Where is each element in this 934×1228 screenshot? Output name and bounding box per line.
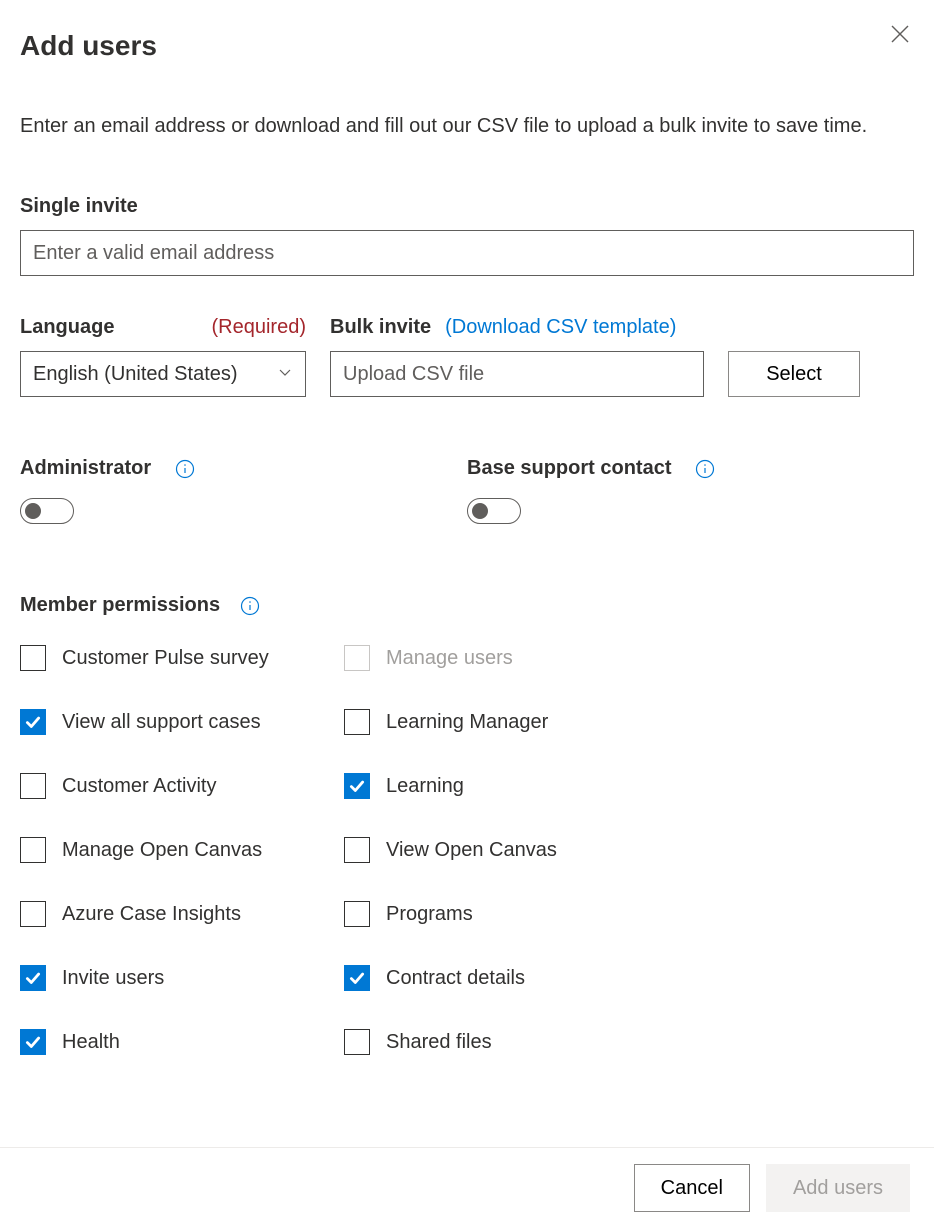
required-tag: (Required): [212, 316, 306, 339]
add-users-panel: Add users Enter an email address or down…: [0, 0, 934, 1228]
bulk-invite-label: Bulk invite: [330, 316, 431, 339]
member-permissions-label: Member permissions: [20, 594, 220, 617]
info-icon[interactable]: [175, 459, 195, 479]
permission-item: Customer Activity: [20, 773, 344, 799]
permission-item: Learning: [344, 773, 914, 799]
language-select[interactable]: English (United States): [20, 351, 306, 397]
bulk-invite-section: Bulk invite (Download CSV template) Uplo…: [330, 316, 914, 397]
permission-label: View all support cases: [62, 711, 261, 734]
permission-label: Customer Activity: [62, 775, 216, 798]
permission-item: Azure Case Insights: [20, 901, 344, 927]
permission-label: Health: [62, 1031, 120, 1054]
chevron-down-icon: [277, 363, 293, 386]
permission-label: Azure Case Insights: [62, 903, 241, 926]
permission-item: Programs: [344, 901, 914, 927]
bulk-controls: Upload CSV file Select: [330, 351, 914, 397]
permission-checkbox[interactable]: [344, 965, 370, 991]
permission-item: Customer Pulse survey: [20, 645, 344, 671]
upload-csv-placeholder: Upload CSV file: [343, 363, 484, 386]
administrator-toggle[interactable]: [20, 498, 74, 524]
permission-label: Learning Manager: [386, 711, 548, 734]
administrator-section: Administrator: [20, 457, 467, 524]
cancel-button[interactable]: Cancel: [634, 1164, 750, 1212]
permission-checkbox[interactable]: [20, 1029, 46, 1055]
base-support-toggle[interactable]: [467, 498, 521, 524]
permission-item: Manage users: [344, 645, 914, 671]
panel-title: Add users: [20, 30, 157, 62]
info-icon[interactable]: [695, 459, 715, 479]
upload-csv-input[interactable]: Upload CSV file: [330, 351, 704, 397]
permission-checkbox: [344, 645, 370, 671]
permission-checkbox[interactable]: [20, 645, 46, 671]
permission-label: Learning: [386, 775, 464, 798]
permission-checkbox[interactable]: [344, 709, 370, 735]
close-button[interactable]: [886, 20, 914, 48]
add-users-button[interactable]: Add users: [766, 1164, 910, 1212]
permission-label: Manage Open Canvas: [62, 839, 262, 862]
permission-checkbox[interactable]: [344, 901, 370, 927]
permission-item: Manage Open Canvas: [20, 837, 344, 863]
permission-checkbox[interactable]: [20, 709, 46, 735]
language-section: Language (Required) English (United Stat…: [20, 316, 306, 397]
permission-checkbox[interactable]: [20, 965, 46, 991]
panel-footer: Cancel Add users: [0, 1147, 934, 1228]
info-icon[interactable]: [240, 596, 260, 616]
permission-checkbox[interactable]: [344, 1029, 370, 1055]
select-file-button[interactable]: Select: [728, 351, 860, 397]
permission-label: Contract details: [386, 967, 525, 990]
base-support-label: Base support contact: [467, 457, 671, 480]
permission-label: Programs: [386, 903, 473, 926]
base-support-label-row: Base support contact: [467, 457, 894, 480]
permission-label: Manage users: [386, 647, 513, 670]
permission-checkbox[interactable]: [20, 837, 46, 863]
single-invite-input[interactable]: [20, 230, 914, 276]
close-icon: [890, 24, 910, 44]
administrator-label: Administrator: [20, 457, 151, 480]
permission-checkbox[interactable]: [20, 773, 46, 799]
permission-item: Contract details: [344, 965, 914, 991]
permission-checkbox[interactable]: [344, 837, 370, 863]
toggle-knob: [25, 503, 41, 519]
permission-label: Customer Pulse survey: [62, 647, 269, 670]
language-value: English (United States): [33, 363, 238, 386]
permission-item: Invite users: [20, 965, 344, 991]
member-permissions-label-row: Member permissions: [20, 594, 914, 617]
single-invite-section: Single invite: [20, 195, 914, 276]
bulk-invite-label-row: Bulk invite (Download CSV template): [330, 316, 914, 339]
administrator-label-row: Administrator: [20, 457, 447, 480]
toggle-knob: [472, 503, 488, 519]
intro-text: Enter an email address or download and f…: [20, 112, 900, 140]
permission-item: Health: [20, 1029, 344, 1055]
toggles-row: Administrator Base support contact: [20, 457, 914, 524]
language-bulk-row: Language (Required) English (United Stat…: [20, 316, 914, 397]
permission-item: View all support cases: [20, 709, 344, 735]
download-csv-link[interactable]: (Download CSV template): [445, 316, 676, 339]
permission-label: Shared files: [386, 1031, 492, 1054]
permission-label: Invite users: [62, 967, 164, 990]
language-label: Language: [20, 316, 114, 339]
single-invite-label: Single invite: [20, 195, 914, 218]
permission-item: Learning Manager: [344, 709, 914, 735]
permission-label: View Open Canvas: [386, 839, 557, 862]
permissions-grid: Customer Pulse survey Manage users View al…: [20, 645, 914, 1055]
permission-checkbox[interactable]: [20, 901, 46, 927]
base-support-section: Base support contact: [467, 457, 914, 524]
permission-item: Shared files: [344, 1029, 914, 1055]
permission-item: View Open Canvas: [344, 837, 914, 863]
permission-checkbox[interactable]: [344, 773, 370, 799]
panel-header: Add users: [20, 20, 914, 92]
language-label-row: Language (Required): [20, 316, 306, 339]
